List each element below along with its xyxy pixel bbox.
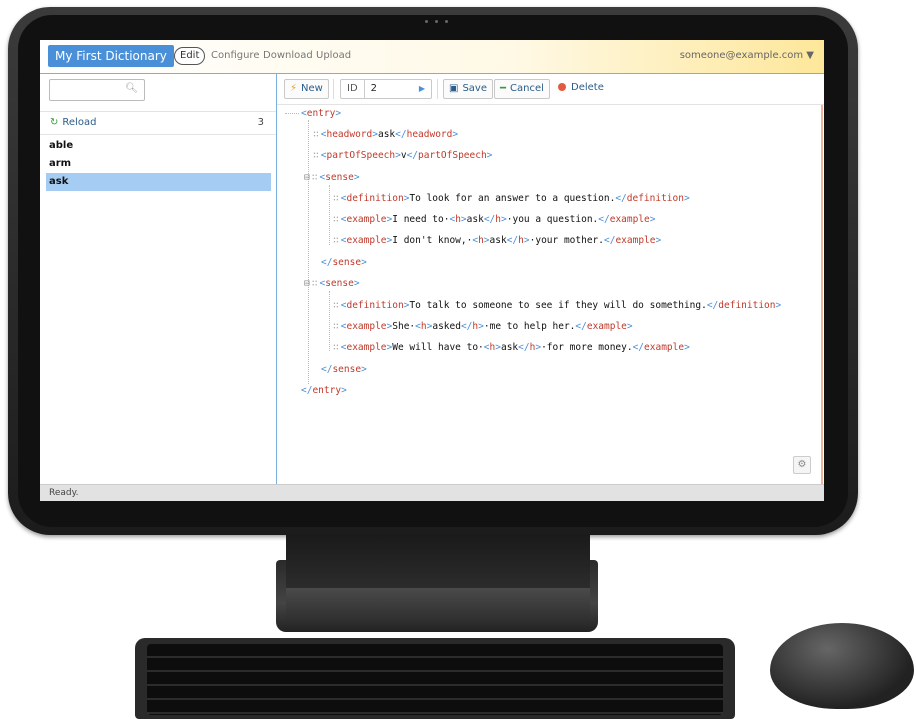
xml-editor[interactable]: <entry> ∷ <headword>ask</headword> ∷ <part…	[277, 105, 823, 484]
nav-edit[interactable]: Edit	[174, 47, 206, 65]
list-item[interactable]: able	[46, 137, 271, 155]
list-item[interactable]: arm	[46, 155, 271, 173]
xml-headword[interactable]: ∷ <headword>ask</headword>	[313, 129, 458, 141]
collapse-icon: ⊟	[304, 278, 310, 289]
divider	[437, 79, 438, 99]
divider	[333, 79, 334, 99]
mouse	[770, 623, 914, 709]
play-icon[interactable]: ▶	[419, 80, 425, 98]
cancel-button[interactable]: ━ Cancel	[494, 79, 550, 99]
xml-example[interactable]: ∷ <example>I need to·<h>ask</h>·you a que…	[333, 214, 656, 226]
reload-label: Reload	[62, 117, 97, 128]
xml-example[interactable]: ∷ <example>We will have to·<h>ask</h>·for…	[333, 342, 690, 354]
save-button[interactable]: ▣ Save	[443, 79, 493, 99]
search-icon[interactable]: 🔍︎	[125, 83, 138, 94]
delete-button[interactable]: Delete	[558, 79, 604, 97]
xml-part-of-speech[interactable]: ∷ <partOfSpeech>v</partOfSpeech>	[313, 150, 492, 162]
nav-upload[interactable]: Upload	[316, 48, 351, 64]
editor-panel: ⚡︎ New ID 2 ▶ ▣ Save ━ Cancel Delete <entry>…	[277, 74, 824, 484]
cancel-label: Cancel	[510, 83, 544, 94]
screen: My First Dictionary Edit Configure Downl…	[40, 40, 824, 501]
floppy-icon: ▣	[449, 83, 459, 94]
list-item-selected[interactable]: ask	[46, 173, 271, 191]
camera	[421, 20, 451, 24]
gear-icon[interactable]: ⚙︎	[793, 456, 811, 474]
save-label: Save	[462, 83, 487, 94]
monitor-stand-front	[286, 588, 590, 622]
status-bar: Ready.	[40, 484, 824, 501]
editor-toolbar: ⚡︎ New ID 2 ▶ ▣ Save ━ Cancel Delete	[277, 74, 824, 105]
collapse-icon: ⊟	[304, 172, 310, 183]
id-field[interactable]: ID 2 ▶	[340, 79, 432, 99]
xml-example[interactable]: ∷ <example>I don't know,·<h>ask</h>·your …	[333, 235, 661, 247]
app-title[interactable]: My First Dictionary	[48, 45, 174, 67]
nav-download[interactable]: Download	[263, 48, 313, 64]
user-menu[interactable]: someone@example.com ▼	[680, 48, 814, 64]
list-header: ↻ Reload 3	[40, 111, 276, 135]
monitor-stand-neck	[286, 534, 590, 588]
id-value[interactable]: 2	[371, 83, 377, 94]
minus-icon: ━	[500, 83, 507, 94]
entry-list-panel: 🔍︎ ↻ Reload 3 able arm ask	[40, 74, 277, 484]
new-button[interactable]: ⚡︎ New	[284, 79, 329, 99]
nav-configure[interactable]: Configure	[211, 48, 259, 64]
new-label: New	[301, 83, 323, 94]
delete-icon	[558, 83, 566, 91]
xml-sense-close: </sense>	[321, 364, 367, 375]
delete-label: Delete	[571, 82, 604, 93]
xml-definition[interactable]: ∷ <definition>To look for an answer to a …	[333, 193, 690, 205]
id-label: ID	[341, 80, 365, 98]
xml-entry-close: </entry>	[301, 385, 347, 396]
entry-count: 3	[257, 117, 264, 128]
xml-entry-open: <entry>	[301, 108, 342, 119]
top-bar: My First Dictionary Edit Configure Downl…	[40, 40, 824, 74]
lightning-icon: ⚡︎	[290, 83, 298, 94]
keyboard	[135, 638, 735, 719]
xml-example[interactable]: ∷ <example>She·<h>asked</h>·me to help he…	[333, 321, 633, 333]
search-input[interactable]: 🔍︎	[49, 79, 145, 101]
refresh-icon: ↻	[50, 117, 59, 128]
reload-button[interactable]: ↻ Reload	[50, 115, 96, 131]
xml-definition[interactable]: ∷ <definition>To talk to someone to see i…	[333, 300, 781, 312]
entry-list: able arm ask	[46, 137, 271, 191]
xml-sense-close: </sense>	[321, 257, 367, 268]
xml-sense-open[interactable]: ⊟ ∷ <sense>	[304, 278, 360, 290]
xml-sense-open[interactable]: ⊟ ∷ <sense>	[304, 172, 360, 184]
